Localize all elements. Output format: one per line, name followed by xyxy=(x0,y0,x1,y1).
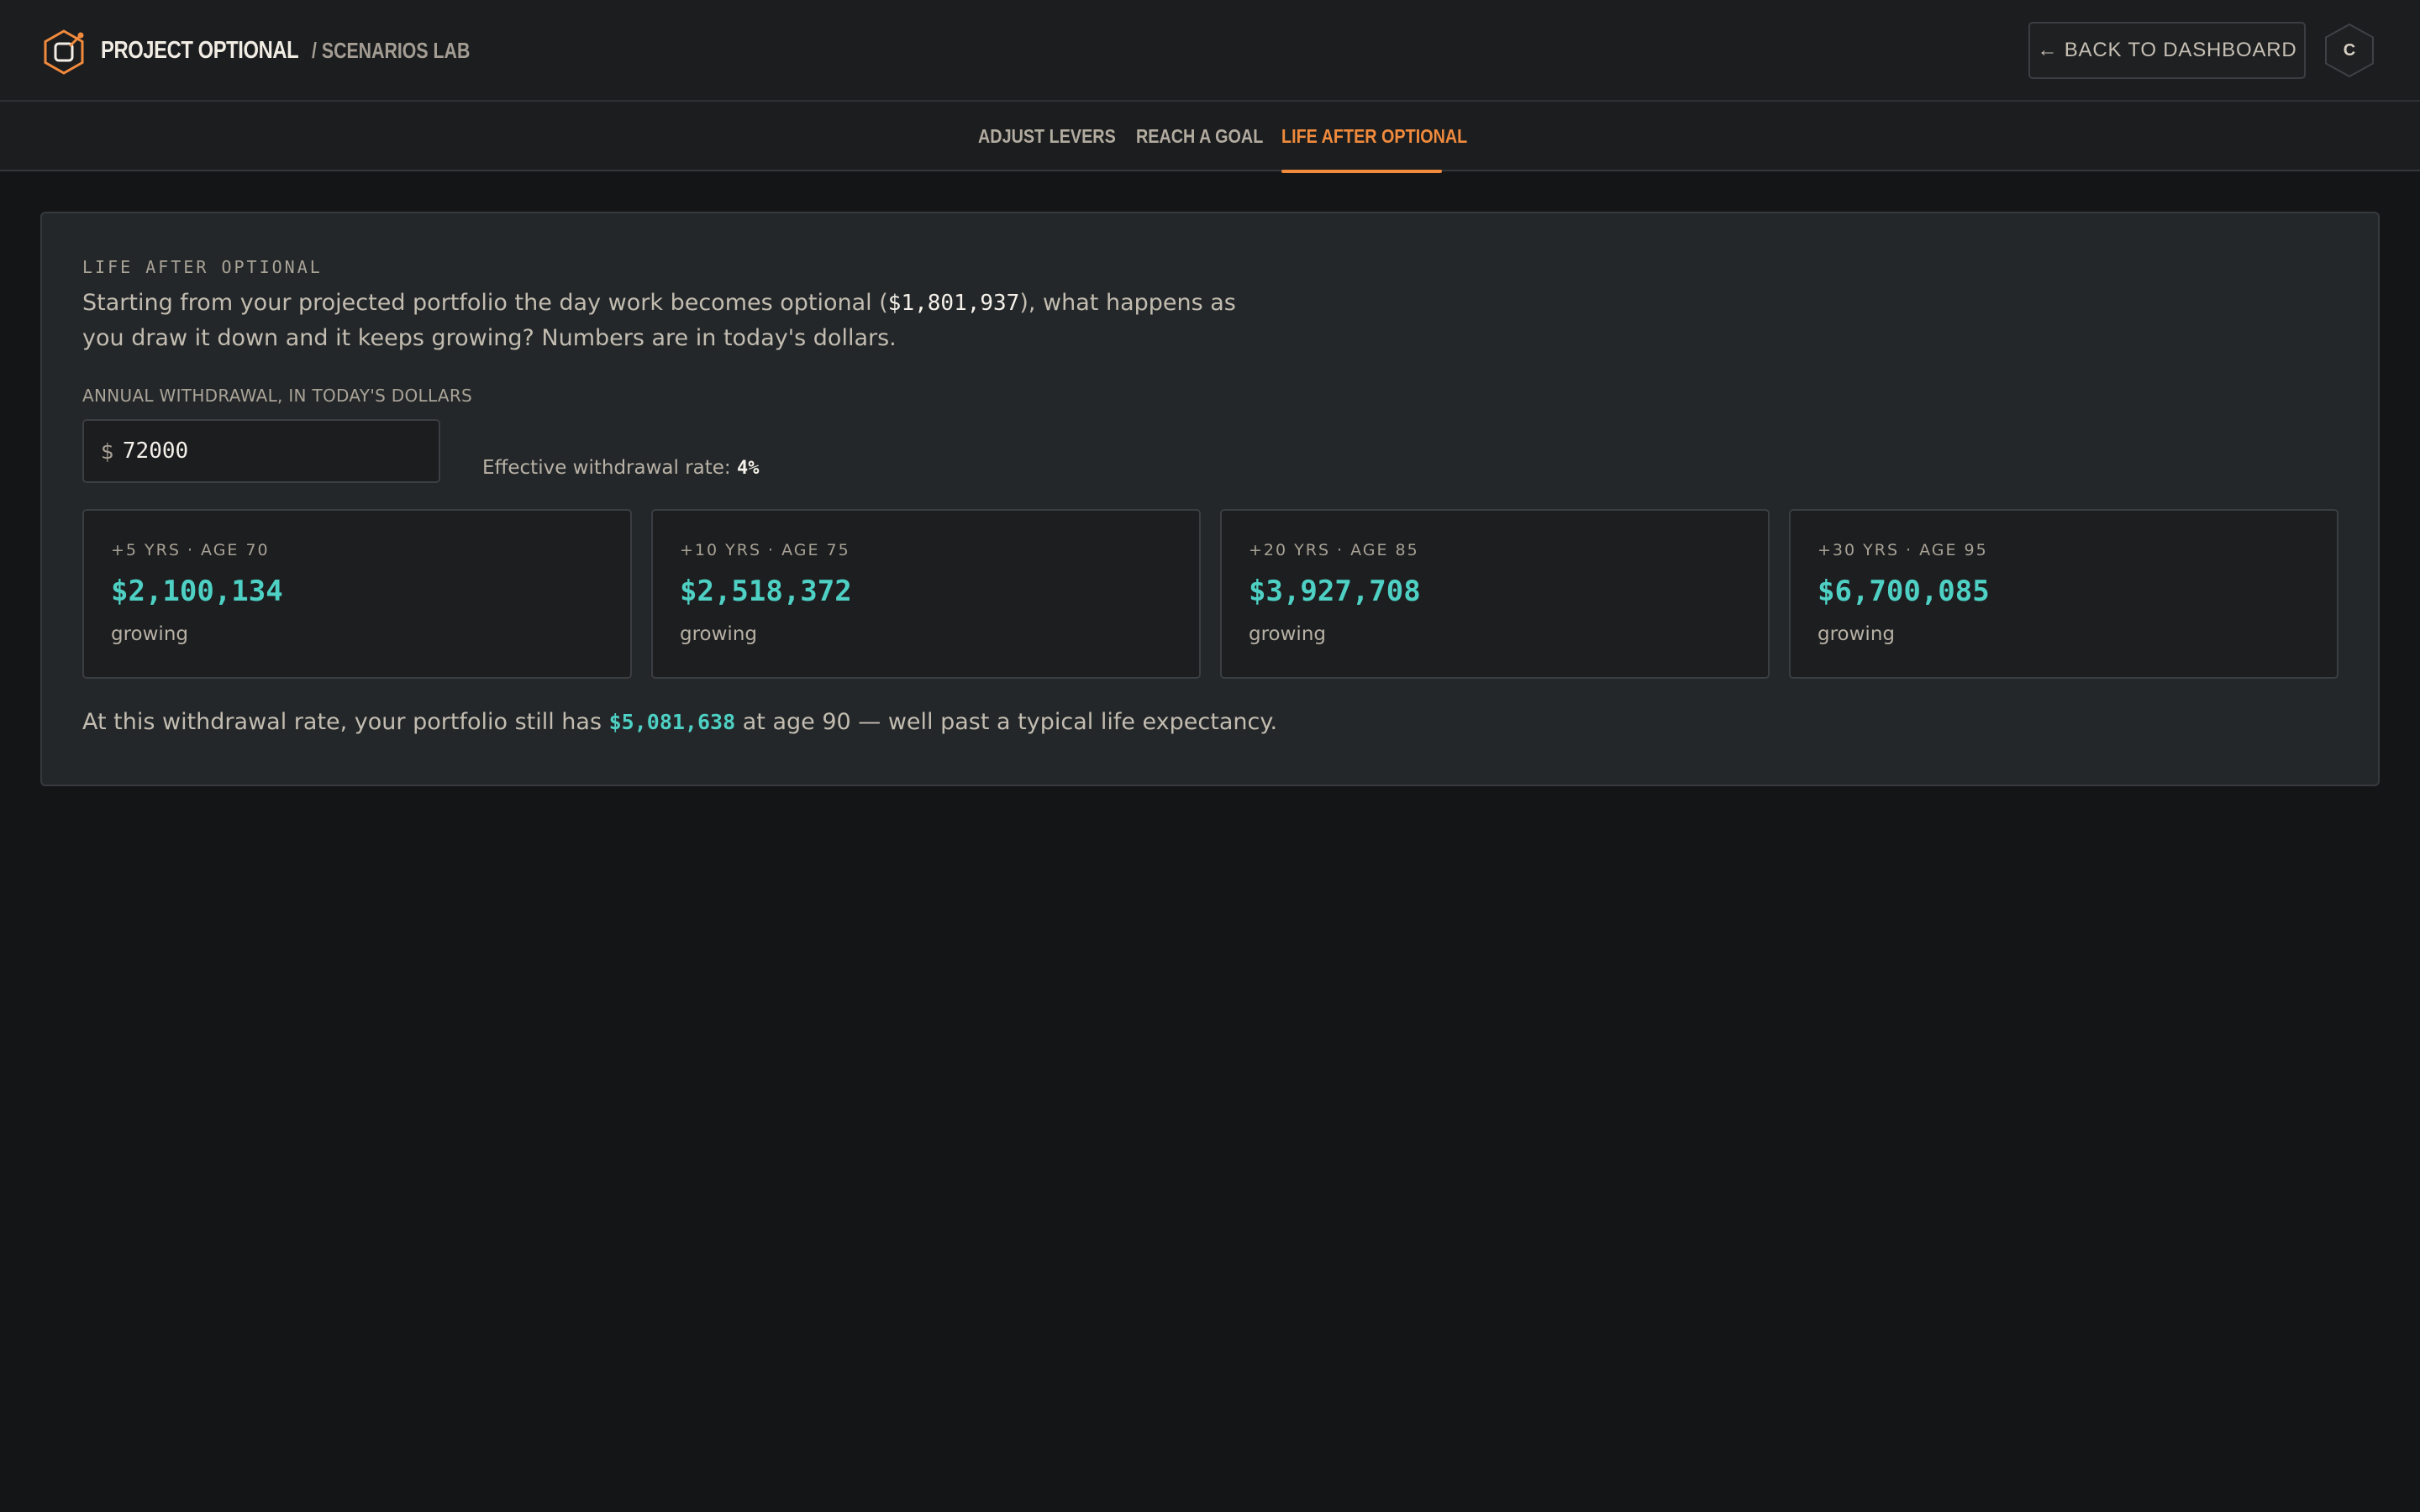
intro-text: Starting from your projected portfolio t… xyxy=(82,286,1276,356)
summary-text: At this withdrawal rate, your portfolio … xyxy=(82,709,1277,735)
intro-text-start: Starting from your projected portfolio t… xyxy=(82,290,888,316)
withdrawal-rate-label: Effective withdrawal rate: xyxy=(482,457,731,479)
avatar[interactable]: C xyxy=(2323,22,2376,79)
card-horizon-label: +30 YRS · AGE 95 xyxy=(1818,541,1988,559)
top-bar: PROJECT OPTIONAL / SCENARIOS LAB ← BACK … xyxy=(0,0,2420,102)
card-horizon-label: +5 YRS · AGE 70 xyxy=(111,541,270,559)
tab-bar: ADJUST LEVERS REACH A GOAL LIFE AFTER OP… xyxy=(0,102,2420,173)
card-portfolio-value: $3,927,708 xyxy=(1249,575,1421,608)
tab-reach-a-goal[interactable]: REACH A GOAL xyxy=(1136,102,1263,171)
summary-text-start: At this withdrawal rate, your portfolio … xyxy=(82,709,609,735)
card-portfolio-value: $2,518,372 xyxy=(680,575,852,608)
withdrawal-field-label: ANNUAL WITHDRAWAL, IN TODAY'S DOLLARS xyxy=(82,386,473,406)
annual-withdrawal-input[interactable] xyxy=(122,438,392,464)
app-title: PROJECT OPTIONAL xyxy=(101,37,299,64)
card-portfolio-value: $6,700,085 xyxy=(1818,575,1990,608)
card-horizon-label: +10 YRS · AGE 75 xyxy=(680,541,850,559)
currency-symbol: $ xyxy=(101,438,114,464)
card-status: growing xyxy=(1818,623,1895,645)
summary-text-end: at age 90 — well past a typical life exp… xyxy=(735,709,1278,735)
section-eyebrow: LIFE AFTER OPTIONAL xyxy=(82,257,323,277)
projection-cards: +5 YRS · AGE 70 $2,100,134 growing +10 Y… xyxy=(82,509,2339,679)
logo-icon xyxy=(42,29,86,76)
projection-card: +20 YRS · AGE 85 $3,927,708 growing xyxy=(1220,509,1770,679)
avatar-initial: C xyxy=(2343,40,2356,60)
projection-card: +30 YRS · AGE 95 $6,700,085 growing xyxy=(1789,509,2338,679)
tab-life-after-optional[interactable]: LIFE AFTER OPTIONAL xyxy=(1281,102,1467,173)
withdrawal-rate: Effective withdrawal rate: 4% xyxy=(482,457,760,479)
tab-label: ADJUST LEVERS xyxy=(978,125,1116,147)
tab-label: REACH A GOAL xyxy=(1136,125,1264,147)
projected-portfolio-amount: $1,801,937 xyxy=(887,291,1020,316)
age-90-portfolio-amount: $5,081,638 xyxy=(608,710,736,734)
card-status: growing xyxy=(680,623,757,645)
life-after-optional-panel: LIFE AFTER OPTIONAL Starting from your p… xyxy=(40,212,2380,786)
card-portfolio-value: $2,100,134 xyxy=(111,575,283,608)
withdrawal-rate-value: 4% xyxy=(737,458,760,479)
projection-card: +5 YRS · AGE 70 $2,100,134 growing xyxy=(82,509,632,679)
projection-card: +10 YRS · AGE 75 $2,518,372 growing xyxy=(651,509,1201,679)
tab-label: LIFE AFTER OPTIONAL xyxy=(1281,125,1468,147)
card-status: growing xyxy=(1249,623,1326,645)
back-to-dashboard-button[interactable]: ← BACK TO DASHBOARD xyxy=(2028,22,2306,79)
card-status: growing xyxy=(111,623,188,645)
tab-adjust-levers[interactable]: ADJUST LEVERS xyxy=(978,102,1116,171)
withdrawal-input-wrapper[interactable]: $ xyxy=(82,419,440,483)
card-horizon-label: +20 YRS · AGE 85 xyxy=(1249,541,1419,559)
breadcrumb: / SCENARIOS LAB xyxy=(312,38,471,63)
